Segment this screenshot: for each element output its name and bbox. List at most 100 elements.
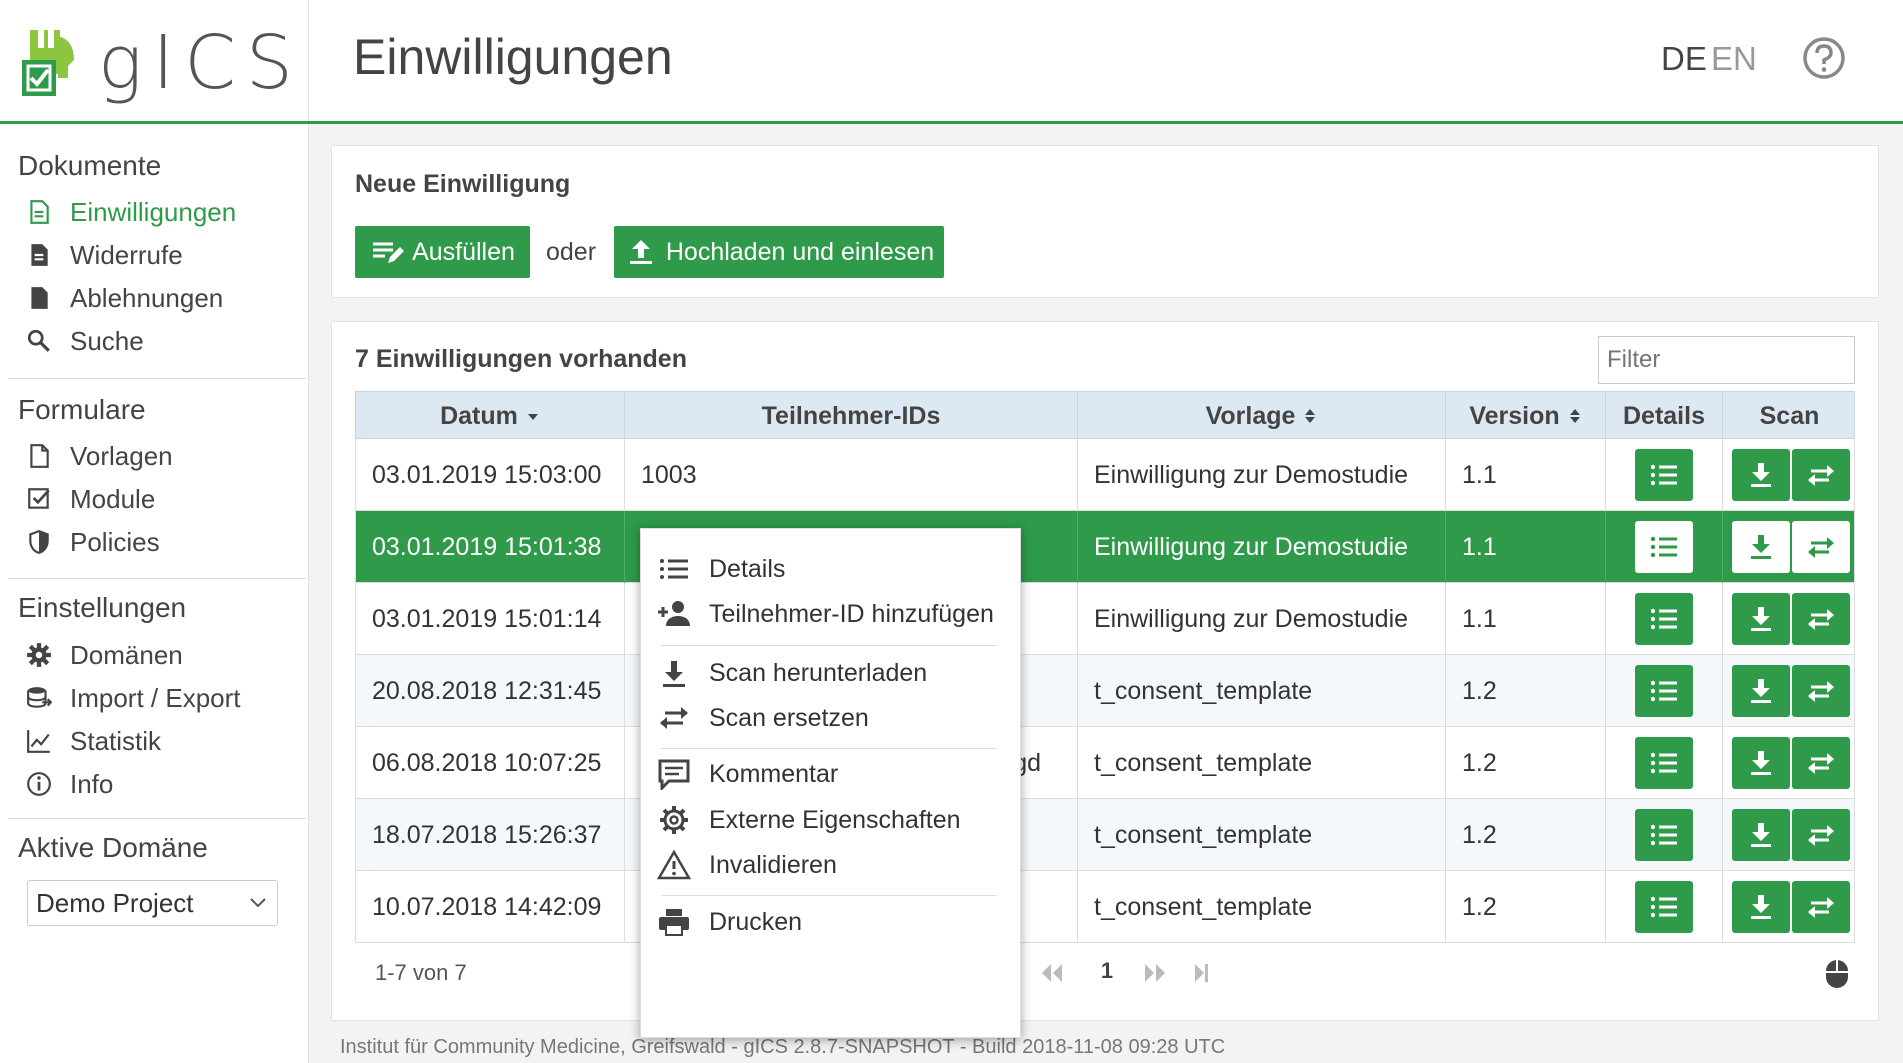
context-menu-details[interactable]: Details <box>657 549 785 589</box>
cell-version: 1.2 <box>1446 727 1606 799</box>
sidebar-item-statistik[interactable]: Statistik <box>26 723 161 759</box>
context-menu-invalidate[interactable]: Invalidieren <box>657 845 837 885</box>
context-menu-replace-scan[interactable]: Scan ersetzen <box>657 698 869 738</box>
sidebar-item-einwilligungen[interactable]: Einwilligungen <box>26 194 236 230</box>
details-button[interactable] <box>1635 593 1693 645</box>
column-header-date[interactable]: Datum <box>356 392 625 440</box>
table-row[interactable]: 03.01.2019 15:03:00 1003 Einwilligung zur … <box>355 439 1855 511</box>
next-page-icon[interactable] <box>1143 958 1169 988</box>
replace-scan-button[interactable] <box>1792 809 1850 861</box>
details-button[interactable] <box>1635 881 1693 933</box>
comment-icon <box>658 759 690 790</box>
list-icon <box>1650 896 1677 918</box>
download-scan-button[interactable] <box>1732 809 1790 861</box>
sidebar-item-label: Policies <box>70 526 160 557</box>
first-page-icon[interactable] <box>1038 958 1064 988</box>
filter-input[interactable] <box>1598 336 1855 384</box>
sidebar-item-label: Widerrufe <box>70 239 183 270</box>
download-scan-button[interactable] <box>1732 449 1790 501</box>
or-label: oder <box>546 238 597 266</box>
current-page[interactable]: 1 <box>1097 958 1117 988</box>
replace-scan-button[interactable] <box>1792 737 1850 789</box>
download-icon <box>1751 463 1771 487</box>
download-scan-button[interactable] <box>1732 665 1790 717</box>
upload-button[interactable]: Hochladen und einlesen <box>614 226 944 278</box>
printer-icon <box>659 909 689 936</box>
swap-icon <box>1808 465 1834 486</box>
add-user-icon <box>658 601 690 626</box>
sidebar-item-vorlagen[interactable]: Vorlagen <box>26 438 173 474</box>
sidebar-item-ablehnungen[interactable]: Ablehnungen <box>26 280 223 316</box>
warning-icon <box>657 849 691 880</box>
list-icon <box>1650 680 1677 702</box>
sidebar-item-module[interactable]: Module <box>26 481 155 517</box>
last-page-icon[interactable] <box>1192 958 1212 988</box>
mouse-icon[interactable] <box>1824 958 1850 990</box>
language-de[interactable]: DE <box>1661 40 1707 78</box>
sort-icon <box>1569 409 1580 423</box>
sidebar-heading-documents: Dokumente <box>18 150 162 181</box>
sidebar-item-domaenen[interactable]: Domänen <box>26 637 183 673</box>
download-scan-button[interactable] <box>1732 593 1790 645</box>
database-icon <box>27 687 52 708</box>
details-button[interactable] <box>1635 809 1693 861</box>
context-menu-add-participant[interactable]: Teilnehmer-ID hinzufügen <box>657 594 994 634</box>
table-row[interactable]: 18.07.2018 15:26:37 t_consent_template 1.2 <box>355 799 1855 871</box>
download-scan-button[interactable] <box>1732 737 1790 789</box>
context-menu-print[interactable]: Drucken <box>657 902 802 942</box>
cell-template: t_consent_template <box>1078 727 1446 799</box>
table-row[interactable]: 03.01.2019 15:01:38 Einwilligung zur Demo… <box>355 511 1855 583</box>
sidebar-item-label: Import / Export <box>70 682 241 713</box>
language-en[interactable]: EN <box>1711 40 1757 78</box>
details-button[interactable] <box>1635 665 1693 717</box>
domain-select-value: Demo Project <box>36 887 194 918</box>
shield-icon <box>29 530 49 554</box>
cell-version: 1.2 <box>1446 655 1606 727</box>
replace-scan-button[interactable] <box>1792 521 1850 573</box>
context-menu-separator <box>661 748 997 749</box>
download-scan-button[interactable] <box>1732 521 1790 573</box>
replace-scan-button[interactable] <box>1792 665 1850 717</box>
cell-version: 1.2 <box>1446 799 1606 871</box>
download-icon <box>1751 535 1771 559</box>
new-consent-title: Neue Einwilligung <box>355 170 571 198</box>
cell-date: 18.07.2018 15:26:37 <box>356 799 625 871</box>
details-button[interactable] <box>1635 737 1693 789</box>
sidebar-item-label: Statistik <box>70 725 162 756</box>
document-filled-icon <box>31 244 48 266</box>
domain-select[interactable]: Demo Project <box>27 880 278 926</box>
context-menu-external-properties[interactable]: Externe Eigenschaften <box>657 800 961 840</box>
upload-button-label: Hochladen und einlesen <box>665 237 935 266</box>
header: gICS Einwilligungen DE EN <box>0 0 1903 124</box>
table-row[interactable]: 20.08.2018 12:31:45 t_consent_template 1.2 <box>355 655 1855 727</box>
column-header-template[interactable]: Vorlage <box>1078 392 1446 440</box>
download-icon <box>1751 607 1771 631</box>
context-menu-comment[interactable]: Kommentar <box>657 754 838 794</box>
column-header-details: Details <box>1606 392 1723 440</box>
details-button[interactable] <box>1635 521 1693 573</box>
sidebar-item-import-export[interactable]: Import / Export <box>26 680 241 716</box>
download-scan-button[interactable] <box>1732 881 1790 933</box>
sidebar-item-info[interactable]: Info <box>26 766 113 802</box>
context-menu-download-scan[interactable]: Scan herunterladen <box>657 653 927 693</box>
cell-template: t_consent_template <box>1078 871 1446 943</box>
fill-button[interactable]: Ausfüllen <box>355 226 530 278</box>
context-menu-separator <box>661 895 997 896</box>
sidebar-item-suche[interactable]: Suche <box>26 323 144 359</box>
replace-scan-button[interactable] <box>1792 449 1850 501</box>
logo[interactable]: gICS <box>0 0 309 121</box>
table-row[interactable]: 10.07.2018 14:42:09 t_consent_template 1.2 <box>355 871 1855 943</box>
list-icon <box>1650 464 1677 486</box>
replace-scan-button[interactable] <box>1792 593 1850 645</box>
replace-scan-button[interactable] <box>1792 881 1850 933</box>
swap-icon <box>1808 825 1834 846</box>
table-row[interactable]: 03.01.2019 15:01:14 Einwilligung zur Demo… <box>355 583 1855 655</box>
swap-icon <box>660 707 688 729</box>
help-icon[interactable] <box>1802 36 1846 80</box>
sidebar-item-widerrufe[interactable]: Widerrufe <box>26 237 183 273</box>
table-row[interactable]: 06.08.2018 10:07:25 gd t_consent_template 1… <box>355 727 1855 799</box>
cell-date: 03.01.2019 15:01:14 <box>356 583 625 655</box>
sidebar-item-policies[interactable]: Policies <box>26 524 160 560</box>
details-button[interactable] <box>1635 449 1693 501</box>
column-header-version[interactable]: Version <box>1446 392 1606 440</box>
